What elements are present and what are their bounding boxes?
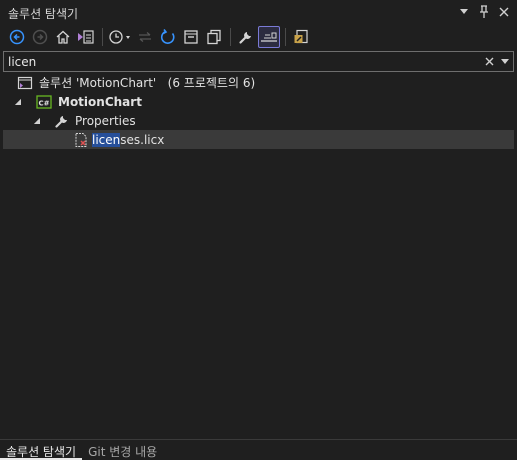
csharp-project-icon: C#	[36, 94, 52, 110]
sync-arrows-icon	[139, 32, 151, 42]
arrow-right-circle-icon	[32, 29, 48, 45]
csharp-icon-text: C#	[38, 99, 49, 107]
copy-files-icon	[207, 29, 221, 45]
arrow-left-circle-icon	[9, 29, 25, 45]
close-icon	[485, 57, 493, 66]
expanded-arrow-icon[interactable]: ◢	[13, 92, 23, 111]
solution-explorer-panel: 솔루션 탐색기 licen 솔루션 'MotionChart' (6 프로젝트의…	[0, 0, 517, 460]
expanded-arrow-icon[interactable]: ◢	[32, 111, 42, 130]
tree-item-solution[interactable]: 솔루션 'MotionChart' (6 프로젝트의 6)	[3, 73, 514, 92]
home-button[interactable]	[52, 26, 74, 48]
wrench-icon	[239, 32, 251, 44]
pending-changes-filter-button[interactable]	[107, 26, 133, 48]
search-options-button[interactable]	[497, 52, 513, 71]
pin-button[interactable]	[477, 4, 491, 20]
toolbar-separator	[102, 28, 103, 46]
tree-item-licenses-file[interactable]: licenses.licx	[3, 130, 514, 149]
solution-icon	[17, 75, 33, 91]
switch-views-button[interactable]	[75, 26, 97, 48]
collapse-all-icon	[184, 30, 198, 44]
chevron-down-icon	[501, 58, 509, 64]
back-button[interactable]	[6, 26, 28, 48]
tab-solution-explorer[interactable]: 솔루션 탐색기	[0, 440, 83, 460]
licenses-file-label: licenses.licx	[92, 132, 165, 147]
sync-with-active-document-button[interactable]	[134, 26, 156, 48]
preview-icon	[261, 32, 277, 42]
properties-button[interactable]	[235, 26, 257, 48]
pin-icon	[480, 5, 488, 18]
search-match-highlight: licen	[92, 132, 121, 147]
refresh-icon	[160, 29, 175, 44]
toolbar-separator	[285, 28, 286, 46]
title-bar: 솔루션 탐색기	[0, 0, 517, 24]
chevron-down-icon	[460, 9, 468, 14]
solution-project-count: (6 프로젝트의 6)	[167, 76, 256, 90]
clear-search-button[interactable]	[481, 52, 497, 71]
switch-views-icon	[78, 30, 94, 44]
bottom-tab-strip: 솔루션 탐색기 Git 변경 내용	[0, 439, 517, 460]
refresh-button[interactable]	[157, 26, 179, 48]
file-name-rest: ses.licx	[120, 132, 165, 147]
forward-button[interactable]	[29, 26, 51, 48]
clock-icon	[109, 30, 130, 44]
tab-git-changes[interactable]: Git 변경 내용	[82, 440, 163, 460]
license-file-icon	[73, 132, 89, 148]
search-input[interactable]	[4, 52, 481, 71]
solution-label: 솔루션 'MotionChart' (6 프로젝트의 6)	[39, 74, 255, 91]
preview-selected-items-button[interactable]	[258, 26, 280, 48]
panel-title: 솔루션 탐색기	[8, 7, 79, 21]
solution-prefix: 솔루션	[39, 76, 73, 90]
home-icon	[56, 30, 70, 44]
close-icon	[499, 7, 509, 17]
close-button[interactable]	[497, 4, 511, 20]
view-code-button[interactable]	[290, 26, 312, 48]
title-bar-buttons	[457, 4, 511, 20]
window-position-button[interactable]	[457, 4, 471, 20]
toolbar	[6, 25, 313, 49]
tree-item-project[interactable]: ◢ C# MotionChart	[3, 92, 514, 111]
edit-code-icon	[294, 29, 308, 44]
solution-tree: 솔루션 'MotionChart' (6 프로젝트의 6) ◢ C# Motio…	[3, 73, 514, 149]
wrench-icon	[54, 113, 70, 129]
properties-label: Properties	[75, 113, 136, 128]
toolbar-separator	[230, 28, 231, 46]
search-box	[3, 51, 514, 72]
solution-name: 'MotionChart'	[75, 76, 157, 90]
tree-item-properties-folder[interactable]: ◢ Properties	[3, 111, 514, 130]
project-label: MotionChart	[58, 94, 142, 109]
show-all-files-button[interactable]	[203, 26, 225, 48]
collapse-all-button[interactable]	[180, 26, 202, 48]
